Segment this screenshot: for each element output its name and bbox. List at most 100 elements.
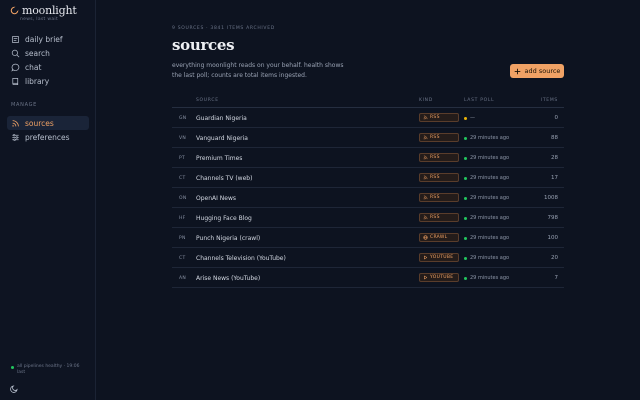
kind-badge: YOUTUBE (419, 253, 459, 262)
rss-icon (423, 115, 428, 120)
nav-item-label: chat (25, 63, 42, 73)
source-name[interactable]: Vanguard Nigeria (196, 135, 248, 142)
document-icon (11, 35, 20, 43)
last-poll: 29 minutes ago (464, 155, 509, 161)
source-abbreviation: ON (179, 196, 187, 201)
source-abbreviation: AN (179, 276, 187, 281)
health-dot (464, 136, 467, 140)
source-abbreviation: PT (179, 156, 186, 161)
brand-tagline: news, last wait (20, 17, 59, 22)
source-abbreviation: PN (179, 236, 186, 241)
kind-label: RSS (430, 195, 440, 200)
source-name[interactable]: Guardian Nigeria (196, 115, 247, 122)
table-row[interactable]: VN Vanguard Nigeria RSS 29 minutes ago 88 (172, 128, 564, 148)
manage-nav: sources preferences (7, 116, 89, 145)
plus-icon (514, 68, 520, 74)
globe-icon (423, 235, 428, 240)
table-row[interactable]: AN Arise News (YouTube) YOUTUBE 29 minutes … (172, 268, 564, 288)
source-name[interactable]: Hugging Face Blog (196, 215, 252, 222)
source-name[interactable]: OpenAI News (196, 195, 236, 202)
item-count: 7 (554, 275, 559, 281)
column-items[interactable]: ITEMS (541, 98, 558, 103)
last-poll: 29 minutes ago (464, 275, 509, 281)
source-name[interactable]: Channels TV (web) (196, 175, 252, 182)
last-poll-text: 29 minutes ago (470, 135, 510, 141)
table-row[interactable]: CT Channels TV (web) RSS 29 minutes ago 17 (172, 168, 564, 188)
nav-item-label: search (25, 48, 50, 58)
last-poll-text: 29 minutes ago (470, 255, 510, 261)
health-dot (464, 176, 467, 180)
item-count: 20 (551, 255, 558, 261)
rss-icon (12, 119, 19, 127)
kind-label: RSS (430, 155, 440, 160)
last-poll-text: 29 minutes ago (470, 215, 510, 221)
health-dot (464, 156, 467, 160)
column-last-poll[interactable]: LAST POLL (464, 98, 494, 103)
brand[interactable]: moonlight news, last wait (10, 4, 77, 22)
sliders-icon (12, 133, 19, 141)
sources-summary: 9 SOURCES · 3841 ITEMS ARCHIVED (172, 26, 275, 31)
last-poll: 29 minutes ago (464, 215, 509, 221)
source-name[interactable]: Punch Nigeria (crawl) (196, 235, 260, 242)
rss-icon (423, 155, 428, 160)
item-count: 798 (547, 215, 559, 221)
kind-badge: RSS (419, 133, 459, 142)
source-abbreviation: VN (179, 136, 187, 141)
last-poll: 29 minutes ago (464, 135, 509, 141)
rss-icon (423, 195, 428, 200)
nav-item-library[interactable]: library (7, 75, 89, 89)
sources-table: SOURCE KIND LAST POLL ITEMS GN Guardian N… (172, 94, 564, 288)
brand-name: moonlight (22, 4, 77, 17)
table-header: SOURCE KIND LAST POLL ITEMS (172, 94, 564, 108)
search-icon (11, 49, 20, 58)
page-title: sources (172, 36, 235, 54)
nav-item-chat[interactable]: chat (7, 61, 89, 75)
table-row[interactable]: PT Premium Times RSS 29 minutes ago 28 (172, 148, 564, 168)
source-abbreviation: CT (179, 176, 186, 181)
main-nav: daily brief search chat library (7, 32, 89, 89)
table-row[interactable]: CT Channels Television (YouTube) YOUTUBE 29… (172, 248, 564, 268)
add-source-button[interactable]: add source (510, 64, 564, 78)
nav-item-daily-brief[interactable]: daily brief (7, 32, 89, 46)
nav-item-label: daily brief (25, 34, 63, 44)
nav-item-sources[interactable]: sources (7, 116, 89, 130)
source-name[interactable]: Premium Times (196, 155, 242, 162)
health-dot (464, 236, 467, 240)
status-text: all pipelines healthy · 19:06 last (17, 364, 80, 375)
table-body: GN Guardian Nigeria RSS — 0 VN Vanguard Nigeri… (172, 108, 564, 288)
health-dot (464, 256, 467, 260)
kind-label: CRAWL (430, 235, 448, 240)
table-row[interactable]: PN Punch Nigeria (crawl) CRAWL 29 minutes a… (172, 228, 564, 248)
last-poll-text: 29 minutes ago (470, 175, 510, 181)
rss-icon (423, 175, 428, 180)
source-name[interactable]: Channels Television (YouTube) (196, 255, 286, 262)
nav-item-search[interactable]: search (7, 46, 89, 60)
last-poll: 29 minutes ago (464, 255, 509, 261)
last-poll: 29 minutes ago (464, 235, 509, 241)
last-poll-text: 29 minutes ago (470, 155, 510, 161)
column-source[interactable]: SOURCE (196, 98, 219, 103)
source-name[interactable]: Arise News (YouTube) (196, 275, 260, 282)
kind-badge: RSS (419, 213, 459, 222)
source-abbreviation: HF (179, 216, 186, 221)
kind-badge: CRAWL (419, 233, 459, 242)
table-row[interactable]: ON OpenAI News RSS 29 minutes ago 1008 (172, 188, 564, 208)
play-icon (424, 275, 428, 280)
pipeline-status: all pipelines healthy · 19:06 last (11, 364, 89, 376)
chat-icon (11, 63, 20, 72)
rss-icon (423, 215, 428, 220)
column-kind[interactable]: KIND (419, 98, 433, 103)
last-poll-text: — (470, 115, 475, 121)
kind-badge: RSS (419, 153, 459, 162)
table-row[interactable]: HF Hugging Face Blog RSS 29 minutes ago 798 (172, 208, 564, 228)
manage-section-label: MANAGE (11, 102, 38, 108)
source-abbreviation: GN (179, 116, 187, 121)
kind-badge: RSS (419, 113, 459, 122)
nav-item-label: preferences (25, 132, 70, 142)
last-poll-text: 29 minutes ago (470, 235, 510, 241)
play-icon (424, 255, 428, 260)
item-count: 1008 (544, 195, 558, 201)
nav-item-preferences[interactable]: preferences (7, 130, 89, 144)
theme-toggle-moon-icon[interactable] (10, 384, 19, 393)
table-row[interactable]: GN Guardian Nigeria RSS — 0 (172, 108, 564, 128)
